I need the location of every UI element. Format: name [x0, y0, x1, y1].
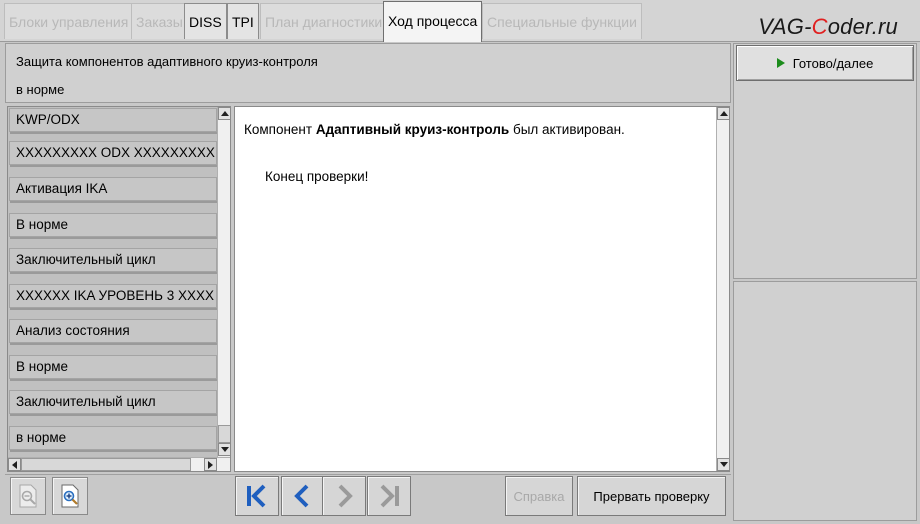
list-item[interactable]: в норме — [9, 426, 217, 450]
list-horizontal-scrollbar[interactable] — [8, 457, 230, 471]
list-item[interactable]: KWP/ODX — [9, 108, 217, 132]
tab-bar: Блоки управления Заказы DISS TPI План ди… — [0, 0, 920, 42]
scroll-thumb[interactable] — [218, 425, 230, 443]
arrow-right-icon — [208, 460, 213, 469]
first-step-button[interactable] — [235, 476, 279, 516]
content-vertical-scrollbar[interactable] — [716, 107, 730, 471]
skip-first-icon — [247, 484, 266, 508]
list-item[interactable]: XXXXXXXXX ODX XXXXXXXXX — [9, 141, 217, 165]
zoom-in-button[interactable] — [52, 477, 88, 515]
zoom-in-icon — [61, 484, 79, 508]
tab-diss[interactable]: DISS — [184, 3, 227, 39]
arrow-down-icon — [220, 447, 229, 452]
test-title: Защита компонентов адаптивного круиз-кон… — [16, 54, 318, 69]
scroll-down-button[interactable] — [218, 443, 230, 456]
test-header-panel: Защита компонентов адаптивного круиз-кон… — [5, 43, 731, 103]
end-of-test-message: Конец проверки! — [265, 169, 369, 184]
zoom-out-icon — [19, 484, 37, 508]
right-lower-panel — [733, 281, 917, 521]
play-icon — [776, 58, 785, 68]
scroll-left-button[interactable] — [8, 458, 21, 471]
content-scroll-down-button[interactable] — [717, 458, 730, 471]
list-item[interactable]: Заключительный цикл — [9, 248, 217, 272]
list-item[interactable]: В норме — [9, 355, 217, 379]
arrow-down-icon — [719, 462, 728, 467]
result-text-area: Компонент Адаптивный круиз-контроль был … — [234, 106, 730, 472]
list-item[interactable]: XXXXXX IKA УРОВЕНЬ 3 XXXX — [9, 284, 217, 308]
scroll-right-button[interactable] — [204, 458, 217, 471]
list-item[interactable]: Заключительный цикл — [9, 390, 217, 414]
done-next-button[interactable]: Готово/далее — [736, 45, 914, 81]
abort-test-button[interactable]: Прервать проверку — [577, 476, 726, 516]
help-button[interactable]: Справка — [505, 476, 573, 516]
test-status: в норме — [16, 82, 65, 97]
watermark-highlight: C — [811, 14, 828, 39]
next-step-button[interactable] — [322, 476, 366, 516]
zoom-out-button[interactable] — [10, 477, 46, 515]
result-prefix: Компонент — [244, 122, 316, 137]
watermark-prefix: VAG- — [758, 14, 812, 39]
tab-diagnostic-plan[interactable]: План диагностики — [260, 3, 388, 39]
horizontal-scroll-thumb[interactable] — [21, 458, 191, 471]
last-step-button[interactable] — [367, 476, 411, 516]
watermark-logo: VAG-Coder.ru — [758, 14, 898, 40]
component-name: Адаптивный круиз-контроль — [315, 122, 510, 137]
arrow-up-icon — [719, 111, 728, 116]
tab-tpi[interactable]: TPI — [227, 3, 259, 39]
result-suffix: был активирован. — [509, 122, 625, 137]
arrow-up-icon — [220, 111, 229, 116]
previous-step-button[interactable] — [281, 476, 325, 516]
test-steps-list[interactable]: KWP/ODX XXXXXXXXX ODX XXXXXXXXX Активаци… — [7, 106, 231, 472]
tab-orders[interactable]: Заказы — [131, 3, 188, 39]
scroll-up-button[interactable] — [218, 107, 230, 120]
list-item[interactable]: Анализ состояния — [9, 319, 217, 343]
content-scroll-up-button[interactable] — [717, 107, 730, 120]
tab-special-functions[interactable]: Специальные функции — [482, 3, 642, 39]
chevron-left-icon — [294, 484, 309, 508]
list-item[interactable]: Активация IKA — [9, 177, 217, 201]
done-next-label: Готово/далее — [792, 55, 874, 71]
arrow-left-icon — [12, 460, 17, 469]
result-message: Компонент Адаптивный круиз-контроль был … — [244, 122, 625, 137]
tab-control-units[interactable]: Блоки управления — [4, 3, 134, 39]
list-item[interactable]: В норме — [9, 213, 217, 237]
chevron-right-icon — [338, 484, 353, 508]
watermark-suffix: oder.ru — [827, 14, 898, 39]
list-vertical-scrollbar[interactable] — [217, 107, 230, 457]
skip-last-icon — [380, 484, 399, 508]
tab-process[interactable]: Ход процесса — [383, 1, 483, 42]
